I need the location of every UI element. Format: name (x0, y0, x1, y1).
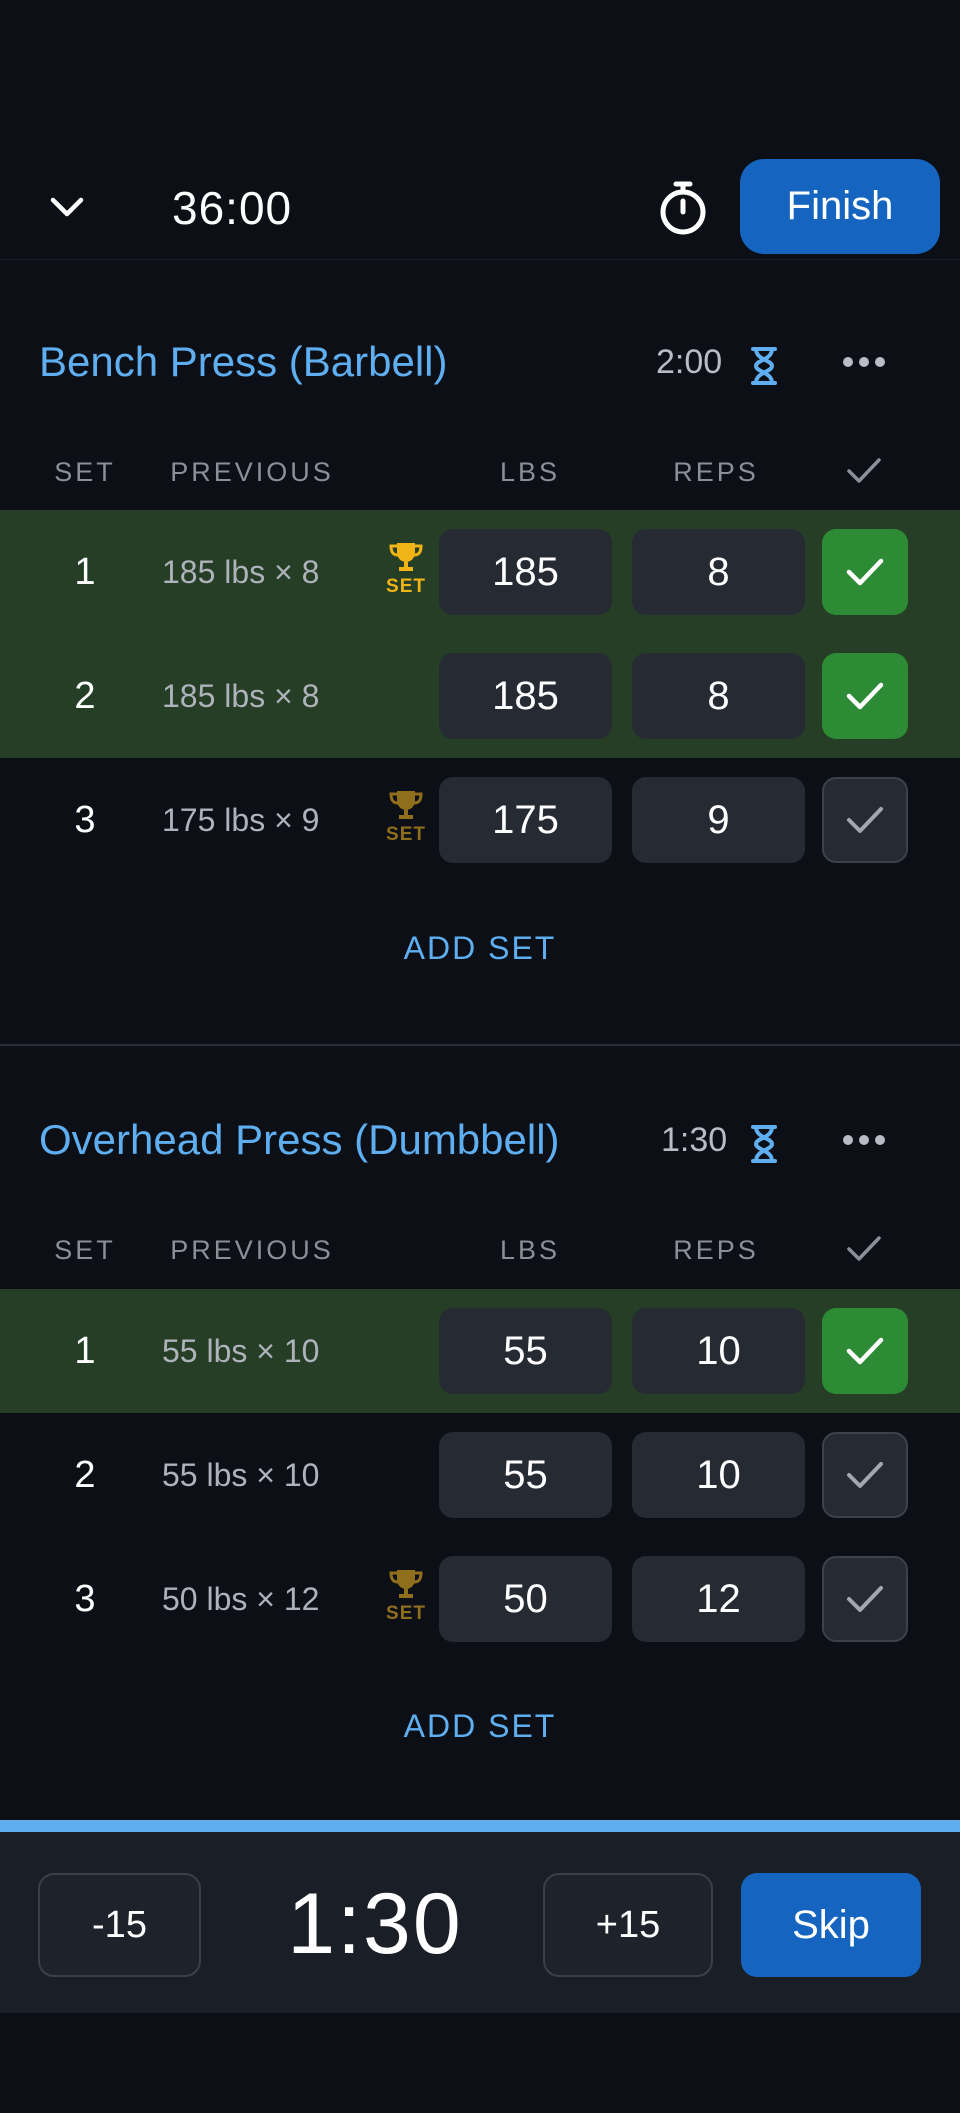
set-number[interactable]: 1 (55, 1329, 115, 1373)
complete-set-toggle[interactable] (822, 1432, 908, 1518)
complete-set-toggle[interactable] (822, 1556, 908, 1642)
reps-input[interactable]: 10 (632, 1432, 805, 1518)
weight-input[interactable]: 50 (439, 1556, 612, 1642)
add-set-button[interactable]: ADD SET (0, 928, 960, 968)
reps-input[interactable]: 10 (632, 1308, 805, 1394)
set-number[interactable]: 2 (55, 674, 115, 718)
personal-record-badge: SET (384, 1567, 428, 1627)
previous-value[interactable]: 55 lbs × 10 (162, 1455, 319, 1495)
checkmark-icon (847, 1586, 883, 1612)
column-header-set: SET (54, 457, 116, 487)
finish-button[interactable]: Finish (740, 159, 940, 254)
rest-time[interactable]: 2:00 (656, 334, 722, 390)
personal-record-badge: SET (384, 540, 428, 600)
workout-header: 36:00 Finish (0, 0, 960, 260)
column-header-reps: REPS (673, 457, 759, 487)
rest-progress-fill (0, 1820, 960, 1832)
set-number[interactable]: 2 (55, 1453, 115, 1497)
checkmark-header-icon (847, 458, 881, 483)
complete-set-toggle[interactable] (822, 1308, 908, 1394)
column-header-set: SET (54, 1235, 116, 1265)
stopwatch-icon (660, 181, 706, 235)
hourglass-icon[interactable] (749, 346, 779, 386)
column-header-lbs: LBS (499, 457, 561, 487)
add-set-button[interactable]: ADD SET (0, 1706, 960, 1746)
rest-time-remaining: 1:30 (287, 1876, 463, 1972)
reps-input[interactable]: 8 (632, 529, 805, 615)
elapsed-time: 36:00 (172, 182, 293, 234)
previous-value[interactable]: 185 lbs × 8 (162, 676, 319, 716)
previous-value[interactable]: 185 lbs × 8 (162, 552, 319, 592)
reps-input[interactable]: 8 (632, 653, 805, 739)
weight-input[interactable]: 175 (439, 777, 612, 863)
complete-set-toggle[interactable] (822, 653, 908, 739)
checkmark-header-icon (847, 1236, 881, 1261)
column-header-previous: PREVIOUS (170, 1235, 334, 1265)
checkmark-icon (847, 1462, 883, 1488)
skip-rest-button[interactable]: Skip (741, 1873, 921, 1977)
set-row: 2 55 lbs × 10 55 10 (0, 1413, 960, 1537)
record-label: SET (386, 576, 426, 597)
record-label: SET (386, 824, 426, 845)
set-number[interactable]: 1 (55, 550, 115, 594)
personal-record-badge: SET (384, 788, 428, 848)
exercise-title[interactable]: Bench Press (Barbell) (39, 334, 448, 390)
checkmark-icon (846, 1337, 884, 1365)
section-divider (0, 1044, 960, 1046)
rest-time[interactable]: 1:30 (661, 1112, 727, 1168)
set-number[interactable]: 3 (55, 798, 115, 842)
hourglass-icon[interactable] (749, 1124, 779, 1164)
trophy-icon (389, 1570, 423, 1598)
trophy-icon (389, 791, 423, 819)
stopwatch-button[interactable] (652, 176, 714, 240)
column-header-reps: REPS (673, 1235, 759, 1265)
reps-input[interactable]: 9 (632, 777, 805, 863)
rest-timer-bar: -15 1:30 +15 Skip (0, 1820, 960, 2013)
set-row: 3 50 lbs × 12 SET 50 12 (0, 1537, 960, 1661)
previous-value[interactable]: 175 lbs × 9 (162, 800, 319, 840)
more-horizontal-icon (843, 357, 885, 367)
more-options-button[interactable] (830, 1120, 898, 1160)
chevron-down-icon (50, 197, 84, 217)
weight-input[interactable]: 55 (439, 1432, 612, 1518)
exercise-title[interactable]: Overhead Press (Dumbbell) (39, 1112, 560, 1168)
previous-value[interactable]: 55 lbs × 10 (162, 1331, 319, 1371)
weight-input[interactable]: 185 (439, 529, 612, 615)
set-row: 3 175 lbs × 9 SET 175 9 (0, 758, 960, 882)
previous-value[interactable]: 50 lbs × 12 (162, 1579, 319, 1619)
set-number[interactable]: 3 (55, 1577, 115, 1621)
weight-input[interactable]: 185 (439, 653, 612, 739)
checkmark-icon (846, 682, 884, 710)
column-header-lbs: LBS (499, 1235, 561, 1265)
more-horizontal-icon (843, 1135, 885, 1145)
weight-input[interactable]: 55 (439, 1308, 612, 1394)
set-row: 2 185 lbs × 8 185 8 (0, 634, 960, 758)
collapse-button[interactable] (40, 182, 94, 232)
complete-set-toggle[interactable] (822, 777, 908, 863)
checkmark-icon (846, 558, 884, 586)
record-label: SET (386, 1603, 426, 1624)
more-options-button[interactable] (830, 342, 898, 382)
reps-input[interactable]: 12 (632, 1556, 805, 1642)
complete-set-toggle[interactable] (822, 529, 908, 615)
set-row: 1 185 lbs × 8 SET 185 8 (0, 510, 960, 634)
trophy-icon (389, 543, 423, 571)
subtract-time-button[interactable]: -15 (38, 1873, 201, 1977)
set-row: 1 55 lbs × 10 55 10 (0, 1289, 960, 1413)
column-header-previous: PREVIOUS (170, 457, 334, 487)
add-time-button[interactable]: +15 (543, 1873, 713, 1977)
checkmark-icon (847, 807, 883, 833)
rest-progress-track (0, 1820, 960, 1832)
